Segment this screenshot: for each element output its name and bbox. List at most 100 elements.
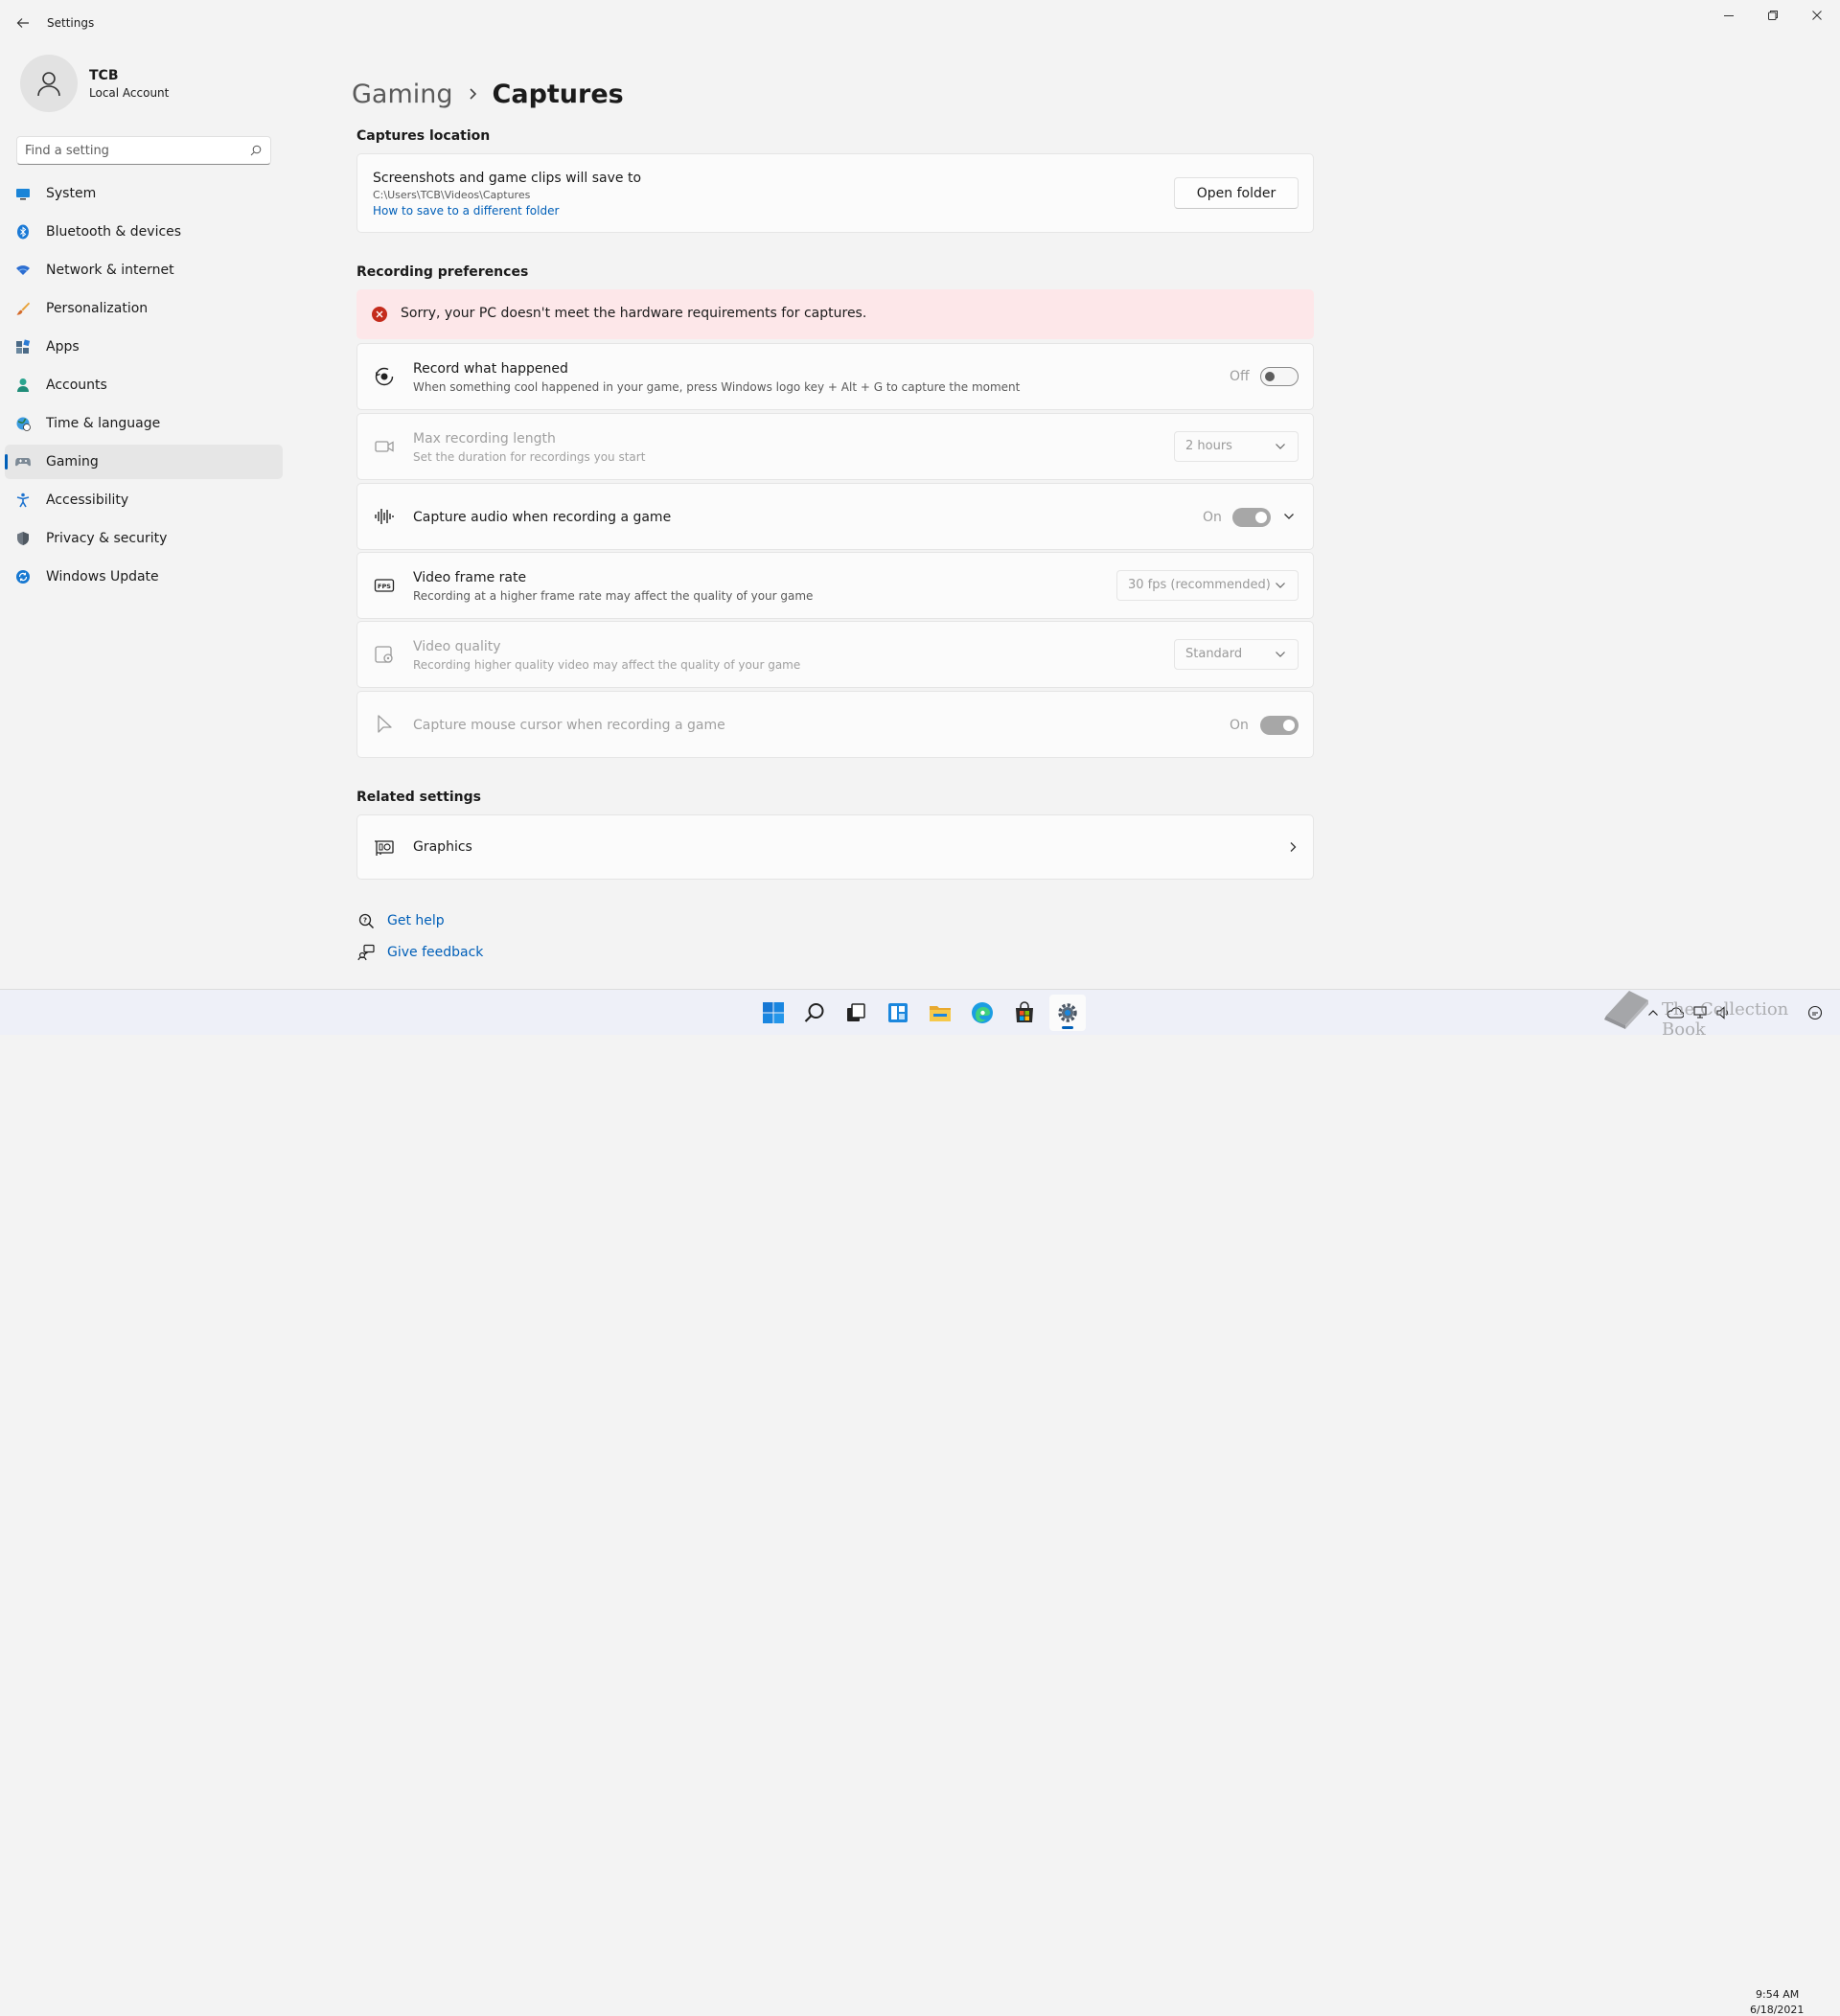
capture-audio-card[interactable]: Capture audio when recording a game On bbox=[356, 483, 1314, 550]
record-what-happened-title: Record what happened bbox=[413, 361, 568, 377]
sidebar-item-gaming[interactable]: Gaming bbox=[5, 445, 283, 479]
record-what-happened-toggle[interactable] bbox=[1260, 367, 1299, 386]
back-button[interactable] bbox=[12, 11, 34, 34]
capture-mouse-cursor-state: On bbox=[1230, 718, 1249, 733]
captures-location-card: Screenshots and game clips will save to … bbox=[356, 153, 1314, 233]
sidebar-item-accounts[interactable]: Accounts bbox=[5, 368, 283, 402]
video-frame-rate-dropdown[interactable]: 30 fps (recommended) bbox=[1116, 570, 1299, 601]
dropdown-value: 30 fps (recommended) bbox=[1128, 578, 1271, 592]
get-help-link[interactable]: ? Get help bbox=[356, 909, 445, 932]
sidebar-item-label: Accounts bbox=[46, 378, 107, 393]
sidebar-item-label: Accessibility bbox=[46, 493, 129, 508]
error-icon bbox=[372, 307, 387, 322]
svg-text:?: ? bbox=[363, 917, 367, 925]
sidebar-item-system[interactable]: System bbox=[5, 176, 283, 211]
record-icon bbox=[374, 366, 395, 387]
section-heading-recording: Recording preferences bbox=[356, 264, 529, 280]
clock-date[interactable]: 6/18/2021 bbox=[1750, 2004, 1804, 2016]
capture-audio-toggle[interactable] bbox=[1232, 508, 1271, 527]
sidebar-item-label: Personalization bbox=[46, 301, 149, 316]
sidebar-item-accessibility[interactable]: Accessibility bbox=[5, 483, 283, 517]
sidebar-item-label: Privacy & security bbox=[46, 531, 168, 546]
search-icon bbox=[804, 1003, 824, 1022]
video-quality-dropdown[interactable]: Standard bbox=[1174, 639, 1299, 670]
wifi-icon bbox=[15, 263, 31, 278]
avatar[interactable] bbox=[20, 55, 78, 112]
captures-path: C:\Users\TCB\Videos\Captures bbox=[373, 189, 531, 201]
max-recording-length-dropdown[interactable]: 2 hours bbox=[1174, 431, 1299, 462]
sidebar-item-label: Network & internet bbox=[46, 263, 174, 278]
chevron-down-icon bbox=[1275, 443, 1286, 450]
toggle-knob bbox=[1255, 512, 1267, 523]
taskbar-search[interactable] bbox=[796, 995, 833, 1031]
clock-time[interactable]: 9:54 AM bbox=[1756, 1988, 1799, 2001]
taskbar-start[interactable] bbox=[755, 995, 792, 1031]
video-frame-rate-title: Video frame rate bbox=[413, 570, 527, 585]
edge-icon bbox=[972, 1002, 993, 1023]
open-folder-button[interactable]: Open folder bbox=[1174, 177, 1299, 209]
page-title: Captures bbox=[492, 79, 624, 109]
taskbar: 9:54 AM 6/18/2021 bbox=[0, 989, 1840, 2016]
graphics-card[interactable]: Graphics bbox=[356, 814, 1314, 880]
search-icon[interactable] bbox=[250, 145, 262, 156]
video-camera-icon bbox=[374, 436, 395, 457]
video-frame-rate-desc: Recording at a higher frame rate may aff… bbox=[413, 589, 814, 603]
sidebar-item-windows-update[interactable]: Windows Update bbox=[5, 560, 283, 594]
capture-mouse-cursor-toggle[interactable] bbox=[1260, 716, 1299, 735]
task-view-icon bbox=[847, 1003, 865, 1021]
sidebar-item-apps[interactable]: Apps bbox=[5, 330, 283, 364]
shield-icon bbox=[15, 531, 31, 546]
close-icon bbox=[1812, 11, 1822, 20]
sidebar-item-label: Windows Update bbox=[46, 569, 159, 584]
video-settings-icon bbox=[374, 644, 395, 665]
file-explorer-icon bbox=[930, 1006, 951, 1021]
sidebar-item-network[interactable]: Network & internet bbox=[5, 253, 283, 287]
title-bar: Settings bbox=[0, 0, 1840, 46]
chevron-right-icon bbox=[1289, 841, 1297, 853]
taskbar-store[interactable] bbox=[1006, 995, 1043, 1031]
monitor-icon bbox=[15, 186, 31, 201]
taskbar-edge[interactable] bbox=[964, 995, 1000, 1031]
give-feedback-link[interactable]: Give feedback bbox=[356, 941, 483, 964]
sidebar-item-time-language[interactable]: Time & language bbox=[5, 406, 283, 441]
watermark-text: The Collection Book bbox=[1662, 999, 1789, 1040]
feedback-icon bbox=[356, 943, 376, 962]
close-button[interactable] bbox=[1795, 6, 1839, 25]
get-help-text: Get help bbox=[387, 913, 445, 928]
capture-audio-title: Capture audio when recording a game bbox=[413, 510, 672, 525]
taskbar-settings[interactable] bbox=[1049, 995, 1086, 1031]
taskbar-task-view[interactable] bbox=[838, 995, 874, 1031]
sidebar-item-bluetooth[interactable]: Bluetooth & devices bbox=[5, 215, 283, 249]
audio-waveform-icon bbox=[374, 506, 395, 527]
restore-button[interactable] bbox=[1751, 6, 1795, 25]
capture-mouse-cursor-card: Capture mouse cursor when recording a ga… bbox=[356, 691, 1314, 758]
sidebar-item-personalization[interactable]: Personalization bbox=[5, 291, 283, 326]
widgets-icon bbox=[888, 1003, 908, 1022]
minimize-button[interactable] bbox=[1707, 6, 1751, 25]
user-name: TCB bbox=[89, 68, 119, 83]
update-icon bbox=[15, 569, 31, 584]
search-box[interactable] bbox=[16, 136, 271, 165]
sidebar-item-label: Bluetooth & devices bbox=[46, 224, 182, 240]
taskbar-widgets[interactable] bbox=[880, 995, 916, 1031]
save-location-help-link[interactable]: How to save to a different folder bbox=[373, 204, 559, 218]
help-search-icon: ? bbox=[356, 911, 376, 930]
app-title: Settings bbox=[47, 16, 95, 30]
video-quality-desc: Recording higher quality video may affec… bbox=[413, 658, 801, 672]
sidebar-item-privacy[interactable]: Privacy & security bbox=[5, 521, 283, 556]
dropdown-value: Standard bbox=[1185, 647, 1243, 661]
max-recording-length-card: Max recording length Set the duration fo… bbox=[356, 413, 1314, 480]
globe-clock-icon bbox=[15, 416, 31, 431]
windows-start-icon bbox=[763, 1002, 784, 1023]
breadcrumb-parent[interactable]: Gaming bbox=[352, 80, 453, 109]
taskbar-file-explorer[interactable] bbox=[922, 995, 958, 1031]
section-heading-related: Related settings bbox=[356, 790, 481, 805]
book-icon bbox=[1604, 991, 1648, 1029]
search-input[interactable] bbox=[25, 137, 241, 164]
capture-mouse-cursor-title: Capture mouse cursor when recording a ga… bbox=[413, 718, 725, 733]
chevron-right-icon bbox=[468, 87, 477, 101]
selection-indicator bbox=[5, 454, 8, 470]
dropdown-value: 2 hours bbox=[1185, 439, 1232, 453]
chevron-down-icon[interactable] bbox=[1283, 513, 1295, 520]
give-feedback-text: Give feedback bbox=[387, 945, 484, 960]
